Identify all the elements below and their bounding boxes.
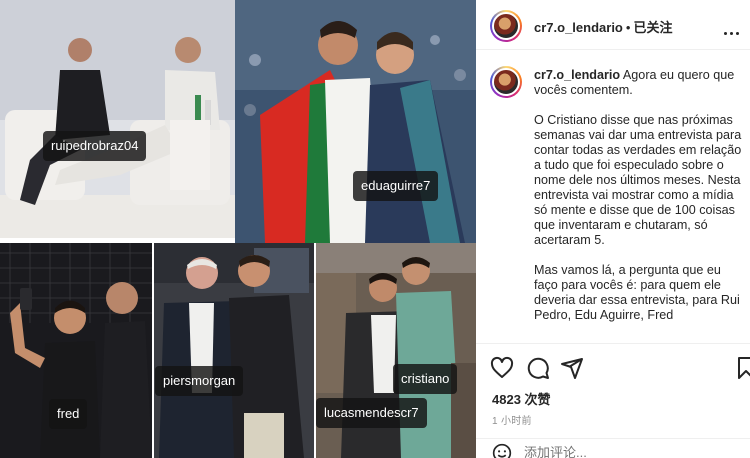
- emoji-icon[interactable]: [492, 443, 512, 458]
- follow-status-button[interactable]: 已关注: [633, 20, 672, 35]
- bookmark-icon[interactable]: [734, 356, 750, 380]
- separator-dot: •: [625, 20, 631, 35]
- photo-tag[interactable]: lucasmendescr7: [316, 398, 427, 428]
- header-text: cr7.o_lendario • 已关注: [534, 17, 672, 36]
- photo-celebration[interactable]: eduaguirre7: [235, 0, 476, 243]
- post-header: cr7.o_lendario • 已关注: [476, 0, 750, 50]
- post-media[interactable]: ruipedrobraz04 eduaguirre7 fred piersmor…: [0, 0, 476, 458]
- caption-paragraph: Mas vamos lá, a pergunta que eu faço par…: [534, 263, 740, 322]
- post-caption: cr7.o_lendario Agora eu quero que vocês …: [534, 68, 744, 338]
- share-icon[interactable]: [560, 356, 584, 380]
- photo-tag[interactable]: eduaguirre7: [353, 171, 439, 201]
- photo-tag[interactable]: piersmorgan: [155, 366, 244, 396]
- photo-tag[interactable]: ruipedrobraz04: [43, 131, 147, 161]
- photo-tag[interactable]: fred: [49, 399, 88, 429]
- photo-tag[interactable]: cristiano: [393, 364, 458, 394]
- caption-username-link[interactable]: cr7.o_lendario: [534, 68, 620, 82]
- comment-icon[interactable]: [526, 356, 550, 380]
- photo-selfie[interactable]: fred: [0, 243, 152, 458]
- username-link[interactable]: cr7.o_lendario: [534, 20, 623, 35]
- photo-piersmorgan[interactable]: piersmorgan: [154, 243, 314, 458]
- heart-icon[interactable]: [490, 356, 514, 380]
- photo-lucasmendes[interactable]: cristiano lucasmendescr7: [316, 243, 476, 458]
- caption-paragraph: O Cristiano disse que nas próximas seman…: [534, 113, 742, 247]
- photo-interview[interactable]: ruipedrobraz04: [0, 0, 235, 238]
- more-icon[interactable]: [724, 22, 742, 35]
- comment-bar: [476, 438, 750, 458]
- comment-input[interactable]: [524, 445, 734, 458]
- avatar[interactable]: [490, 66, 522, 98]
- avatar[interactable]: [490, 10, 522, 42]
- like-count[interactable]: 4823 次赞: [492, 389, 551, 408]
- action-bar: [476, 343, 750, 393]
- post-sidebar: cr7.o_lendario • 已关注 cr7.o_lendario Agora …: [476, 0, 750, 458]
- post-timestamp[interactable]: 1 小时前: [492, 412, 532, 427]
- caption-area[interactable]: cr7.o_lendario Agora eu quero que vocês …: [476, 51, 750, 343]
